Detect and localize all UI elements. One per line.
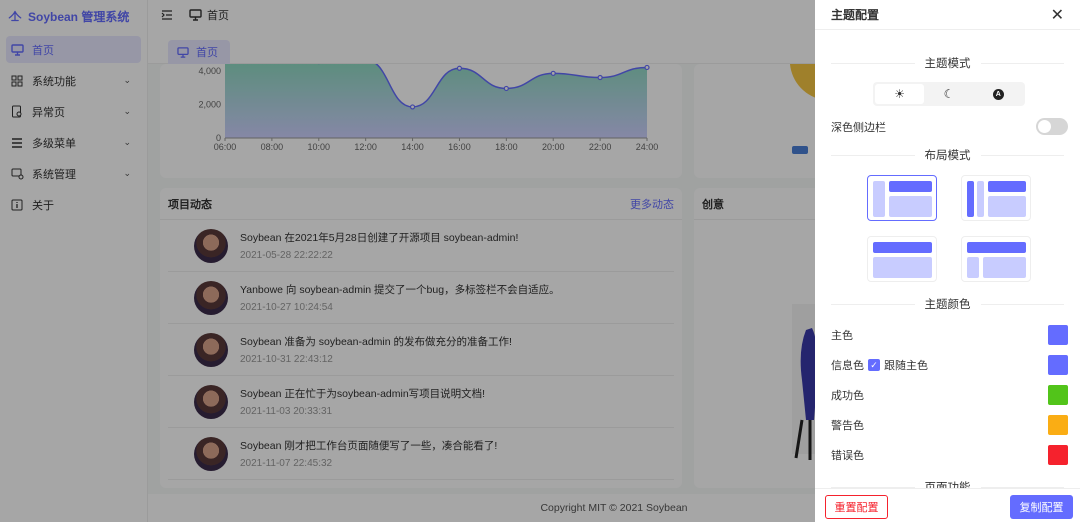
section-theme-color: 主题颜色 bbox=[831, 296, 1064, 312]
copy-config-button[interactable]: 复制配置 bbox=[1010, 495, 1073, 519]
dark-mode-button[interactable]: ☾ bbox=[924, 84, 973, 104]
success-color-label: 成功色 bbox=[831, 390, 864, 402]
section-theme-mode: 主题模式 bbox=[831, 55, 1064, 71]
primary-color-row: 主色 bbox=[831, 325, 1068, 345]
light-mode-button[interactable]: ☀ bbox=[875, 84, 925, 104]
drawer-mask[interactable] bbox=[0, 0, 815, 522]
section-layout-mode: 布局模式 bbox=[831, 147, 1064, 163]
drawer-footer: 重置配置 复制配置 bbox=[815, 488, 1080, 522]
error-color-label: 错误色 bbox=[831, 450, 864, 462]
primary-color-label: 主色 bbox=[831, 330, 853, 342]
dark-sidebar-row: 深色侧边栏 bbox=[831, 118, 1068, 135]
section-label: 主题模式 bbox=[924, 58, 971, 70]
section-label: 主题颜色 bbox=[924, 299, 971, 311]
warning-color-swatch[interactable] bbox=[1048, 415, 1068, 435]
info-color-swatch[interactable] bbox=[1048, 355, 1068, 375]
auto-icon: A bbox=[992, 88, 1004, 100]
info-color-row: 信息色 ✓ 跟随主色 bbox=[831, 355, 1068, 375]
dark-sidebar-toggle[interactable] bbox=[1036, 118, 1068, 135]
reset-config-button[interactable]: 重置配置 bbox=[825, 495, 888, 519]
layout-vertical-option[interactable] bbox=[867, 175, 937, 221]
primary-color-swatch[interactable] bbox=[1048, 325, 1068, 345]
error-color-swatch[interactable] bbox=[1048, 445, 1068, 465]
close-icon[interactable]: ✕ bbox=[1051, 5, 1064, 25]
drawer-title: 主题配置 bbox=[831, 8, 880, 22]
warning-color-label: 警告色 bbox=[831, 420, 864, 432]
info-color-label: 信息色 bbox=[831, 360, 864, 372]
warning-color-row: 警告色 bbox=[831, 415, 1068, 435]
sun-icon: ☀ bbox=[894, 87, 906, 101]
info-color-group: 信息色 ✓ 跟随主色 bbox=[831, 357, 928, 373]
theme-config-drawer: 主题配置 ✕ 主题模式 ☀ ☾ A 深色侧边栏 布局模式 主题颜色 主色 信息色… bbox=[815, 0, 1080, 522]
error-color-row: 错误色 bbox=[831, 445, 1068, 465]
layout-horizontal-option[interactable] bbox=[867, 236, 937, 282]
layout-horizontal-mix-option[interactable] bbox=[961, 236, 1031, 282]
success-color-swatch[interactable] bbox=[1048, 385, 1068, 405]
moon-icon: ☾ bbox=[943, 87, 955, 101]
layout-vertical-mix-option[interactable] bbox=[961, 175, 1031, 221]
drawer-header: 主题配置 ✕ bbox=[815, 0, 1080, 30]
follow-primary-label: 跟随主色 bbox=[884, 360, 928, 372]
auto-mode-button[interactable]: A bbox=[974, 84, 1023, 104]
success-color-row: 成功色 bbox=[831, 385, 1068, 405]
section-label: 布局模式 bbox=[924, 150, 971, 162]
theme-mode-switch: ☀ ☾ A bbox=[873, 82, 1025, 106]
follow-primary-checkbox[interactable]: ✓ bbox=[868, 359, 880, 371]
dark-sidebar-label: 深色侧边栏 bbox=[831, 121, 886, 134]
